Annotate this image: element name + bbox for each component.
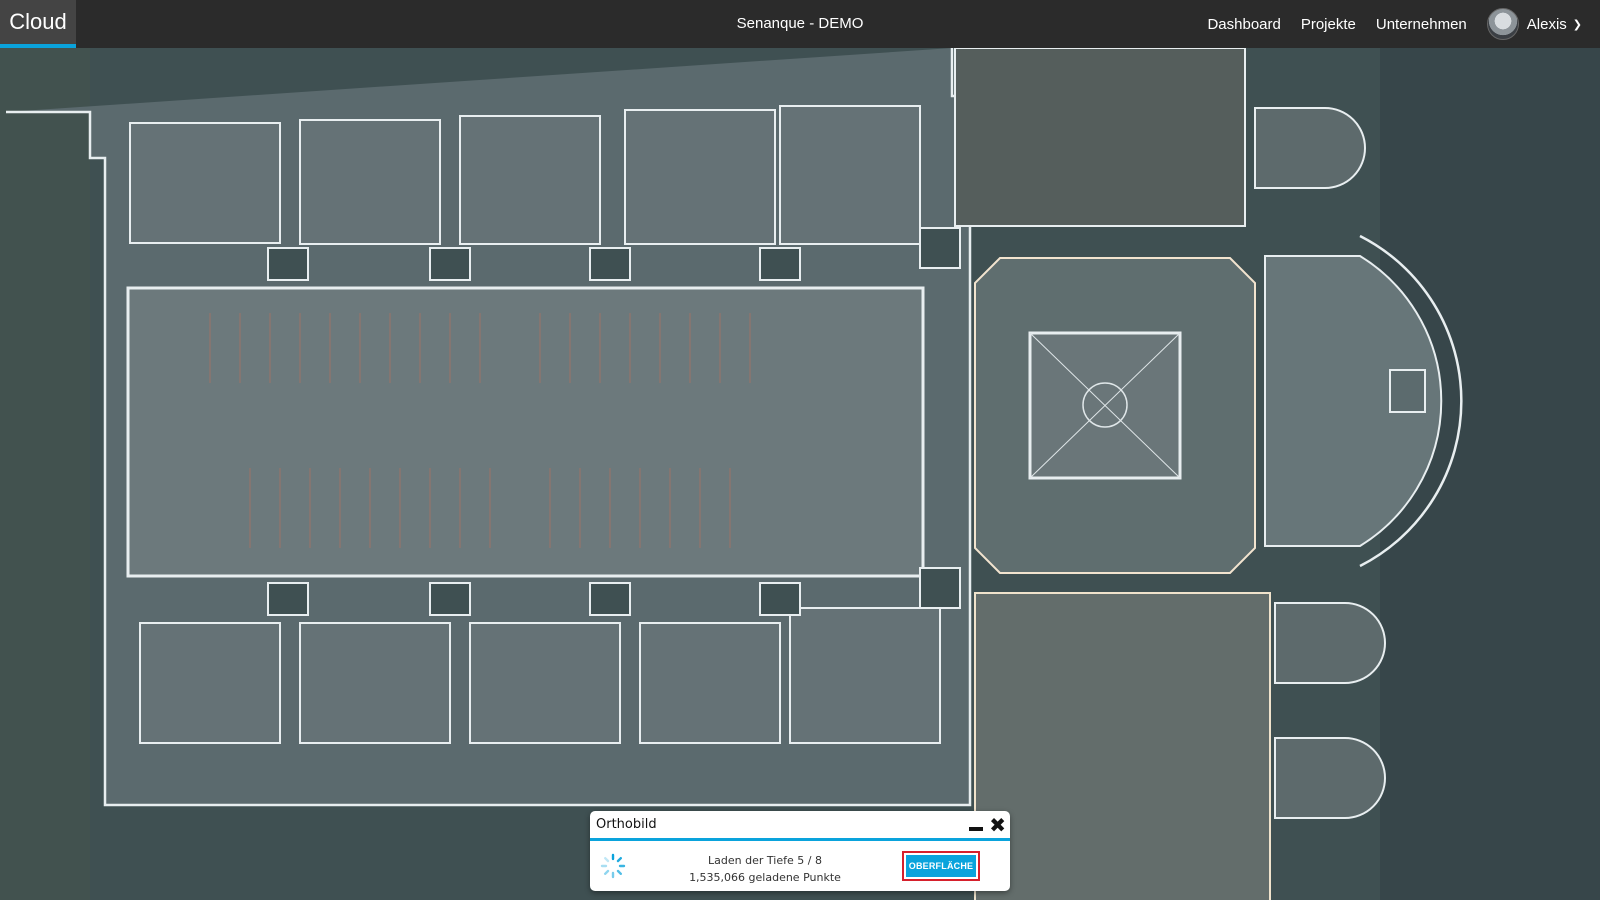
points-status: 1,535,066 geladene Punkte: [689, 871, 841, 884]
panel-header: Orthobild ✖: [590, 811, 1010, 841]
close-icon[interactable]: ✖: [989, 815, 1006, 835]
loading-spinner-icon: [600, 853, 626, 879]
brand-logo[interactable]: Cloud: [0, 0, 76, 48]
orthophoto-viewport[interactable]: [0, 48, 1600, 900]
panel-title: Orthobild: [596, 817, 657, 832]
main-nav: Dashboard Projekte Unternehmen Alexis ❯: [1207, 0, 1600, 48]
loading-status: Laden der Tiefe 5 / 8 1,535,066 geladene…: [650, 852, 880, 886]
button-highlight: OBERFLÄCHE: [902, 851, 980, 881]
oberflaeche-button[interactable]: OBERFLÄCHE: [906, 855, 976, 877]
point-cloud-floorplan: [0, 48, 1600, 900]
chevron-down-icon: ❯: [1572, 18, 1582, 31]
minimize-icon[interactable]: [969, 826, 984, 831]
panel-controls: ✖: [969, 811, 1006, 838]
depth-status: Laden der Tiefe 5 / 8: [708, 854, 822, 867]
avatar: [1486, 8, 1519, 40]
user-name: Alexis: [1526, 15, 1567, 33]
orthobild-panel: Orthobild ✖ Laden der Tiefe 5 / 8 1,535,…: [590, 811, 1010, 891]
nav-unternehmen[interactable]: Unternehmen: [1376, 16, 1467, 33]
building-outline: [6, 48, 1463, 900]
nav-dashboard[interactable]: Dashboard: [1207, 16, 1280, 33]
nav-projekte[interactable]: Projekte: [1301, 16, 1356, 33]
top-navbar: Cloud Senanque - DEMO Dashboard Projekte…: [0, 0, 1600, 48]
panel-body: Laden der Tiefe 5 / 8 1,535,066 geladene…: [590, 841, 1010, 891]
user-menu[interactable]: Alexis ❯: [1486, 8, 1582, 40]
